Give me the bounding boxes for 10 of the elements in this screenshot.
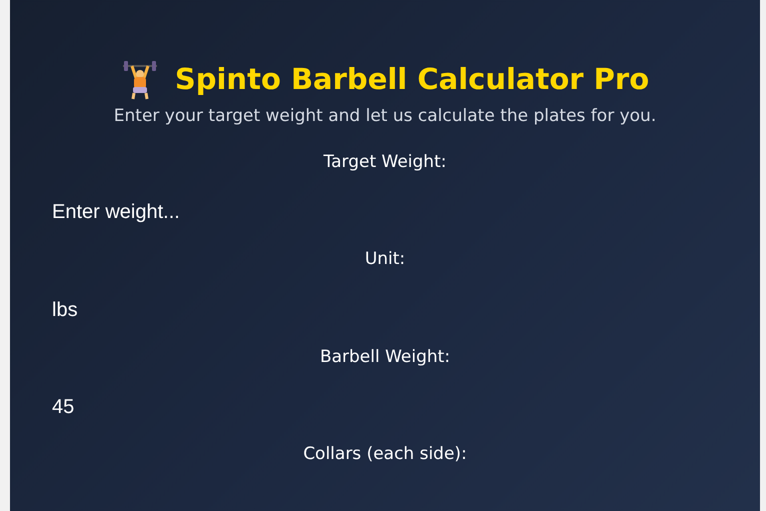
input-field[interactable]: Enter weight...: [52, 197, 718, 227]
weightlifter-icon: [120, 60, 159, 100]
subtitle: Enter your target weight and let us calculate the plates for you.: [112, 105, 658, 128]
field-label: Barbell Weight:: [318, 346, 452, 368]
field-label: Target Weight:: [322, 150, 448, 174]
dropdown[interactable]: lbs: [52, 294, 718, 324]
app-title: Spinto Barbell Calculator Pro: [174, 61, 650, 98]
field-label: Collars (each side):: [302, 443, 468, 466]
field-label: Unit:: [364, 248, 406, 271]
input-field[interactable]: 45: [52, 392, 718, 422]
